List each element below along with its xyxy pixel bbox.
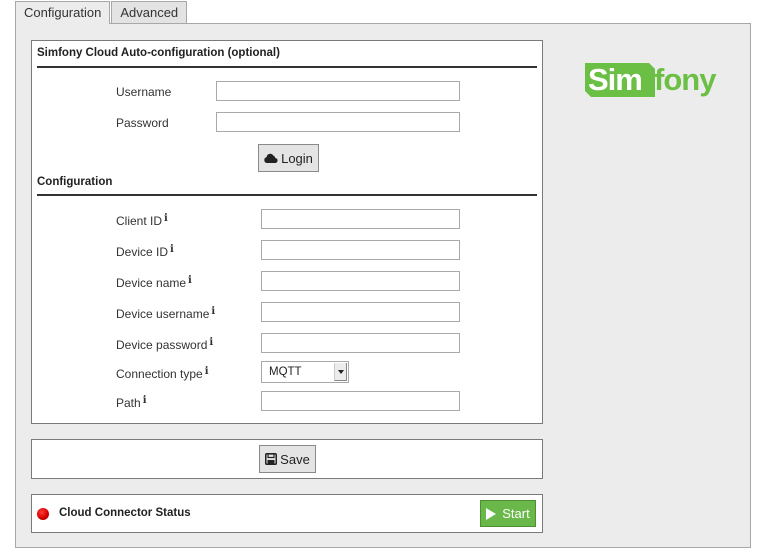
play-icon [486,507,497,520]
info-icon[interactable]: i [211,306,215,317]
path-label: Path i [116,395,147,410]
configuration-panel: Simfony Cloud Auto-configuration (option… [15,23,751,548]
save-button[interactable]: Save [259,445,316,473]
info-icon[interactable]: i [209,337,213,348]
device-password-label: Device password i [116,337,214,352]
configuration-title: Configuration [37,176,113,188]
path-input[interactable] [261,391,460,411]
settings-form: Simfony Cloud Auto-configuration (option… [31,40,543,424]
save-button-label: Save [280,451,310,467]
auto-config-title: Simfony Cloud Auto-configuration (option… [37,47,280,59]
chevron-down-icon [334,363,347,381]
client-id-label: Client ID i [116,213,168,228]
connection-type-label: Connection type i [116,366,209,381]
device-name-label: Device name i [116,275,192,290]
device-username-label: Device username i [116,306,216,321]
divider [37,66,537,68]
info-icon[interactable]: i [143,395,147,406]
save-bar: Save [31,439,543,479]
tab-advanced[interactable]: Advanced [111,1,188,23]
start-button-label: Start [502,506,530,521]
logo-text-fony: fony [654,62,717,97]
info-icon[interactable]: i [170,244,174,255]
tab-configuration[interactable]: Configuration [15,1,111,24]
status-indicator-icon [37,508,49,520]
logo-text-sim: Sim [588,62,642,97]
status-label: Cloud Connector Status [59,507,191,519]
username-label: Username [116,85,172,99]
start-button[interactable]: Start [480,500,536,527]
divider [37,194,537,196]
connection-type-select[interactable]: MQTT [261,361,349,383]
info-icon[interactable]: i [205,366,209,377]
connection-type-value: MQTT [269,366,302,378]
cloud-icon [264,153,278,163]
simfony-logo: Sim fony [583,57,728,101]
tab-bar: Configuration Advanced [15,1,188,24]
device-username-input[interactable] [261,302,460,322]
login-button[interactable]: Login [258,144,319,172]
info-icon[interactable]: i [164,213,168,224]
floppy-disk-icon [265,453,278,465]
device-name-input[interactable] [261,271,460,291]
device-password-input[interactable] [261,333,460,353]
password-input[interactable] [216,112,460,132]
device-id-label: Device ID i [116,244,174,259]
client-id-input[interactable] [261,209,460,229]
device-id-input[interactable] [261,240,460,260]
cloud-connector-status-bar: Cloud Connector Status Start [31,494,543,533]
login-button-label: Login [281,150,313,166]
info-icon[interactable]: i [188,275,192,286]
username-input[interactable] [216,81,460,101]
password-label: Password [116,116,169,130]
